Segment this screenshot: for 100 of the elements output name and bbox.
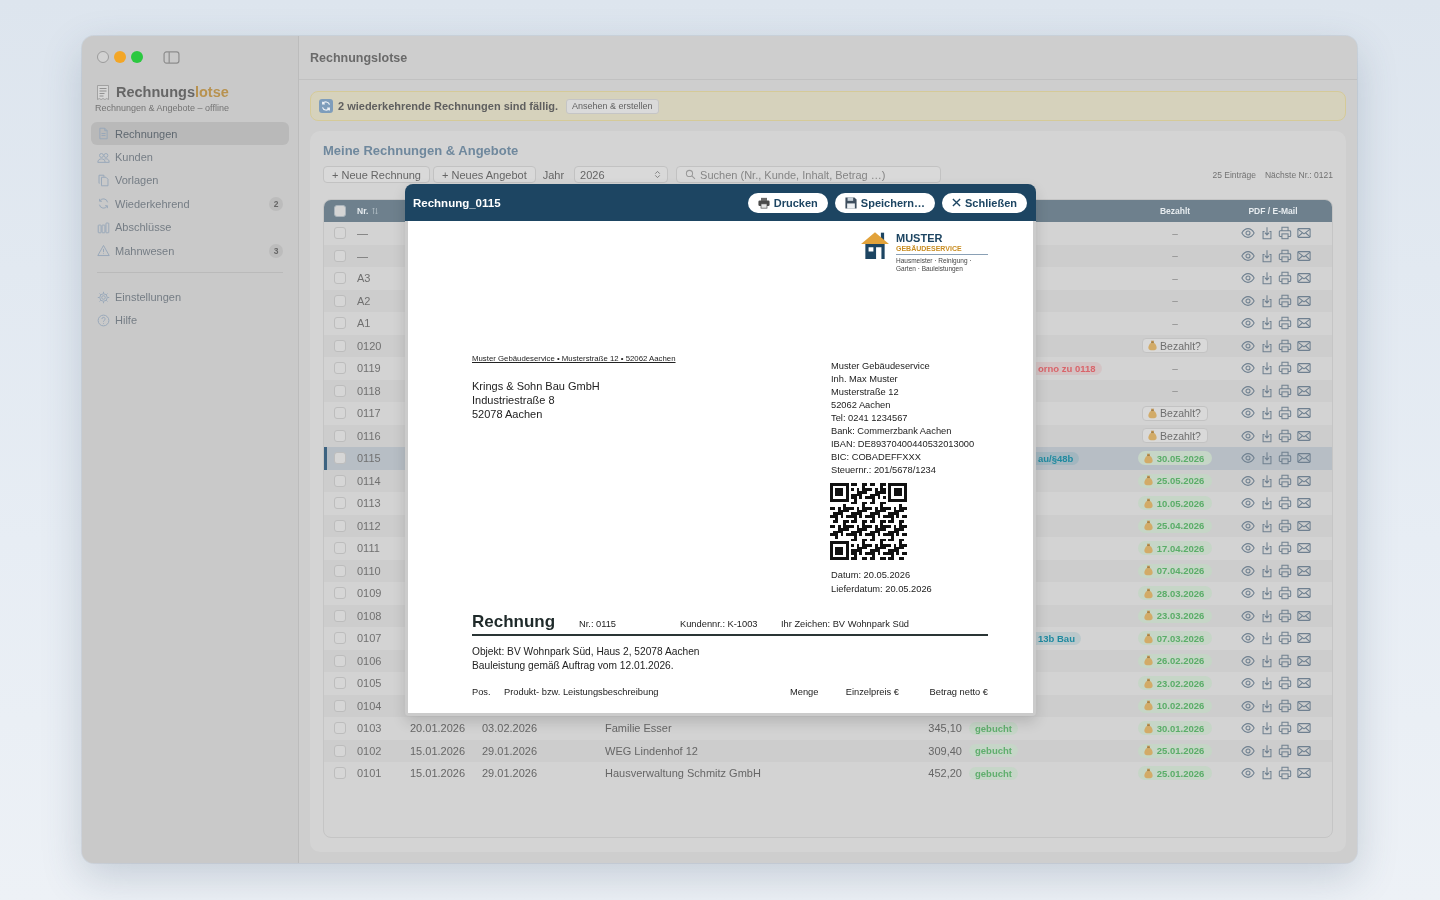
download-icon[interactable]: [1259, 743, 1274, 758]
row-checkbox[interactable]: [334, 542, 346, 555]
close-button[interactable]: Schließen: [942, 192, 1027, 213]
window-minimize-button[interactable]: [114, 51, 126, 63]
download-icon[interactable]: [1259, 518, 1274, 533]
mark-paid-button[interactable]: Bezahlt?: [1142, 338, 1208, 354]
printer-icon[interactable]: [1278, 743, 1293, 758]
envelope-icon[interactable]: [1297, 563, 1312, 578]
download-icon[interactable]: [1259, 406, 1274, 421]
eye-icon[interactable]: [1241, 676, 1255, 691]
save-button[interactable]: Speichern…: [834, 192, 936, 213]
eye-icon[interactable]: [1241, 766, 1255, 781]
eye-icon[interactable]: [1241, 383, 1255, 398]
envelope-icon[interactable]: [1297, 518, 1312, 533]
row-checkbox[interactable]: [334, 564, 346, 577]
download-icon[interactable]: [1259, 361, 1274, 376]
row-checkbox[interactable]: [334, 362, 346, 375]
row-checkbox[interactable]: [334, 699, 346, 712]
download-icon[interactable]: [1259, 608, 1274, 623]
envelope-icon[interactable]: [1297, 473, 1312, 488]
download-icon[interactable]: [1259, 631, 1274, 646]
download-icon[interactable]: [1259, 676, 1274, 691]
printer-icon[interactable]: [1278, 653, 1293, 668]
printer-icon[interactable]: [1278, 361, 1293, 376]
download-icon[interactable]: [1259, 698, 1274, 713]
view-and-create-button[interactable]: Ansehen & erstellen: [566, 98, 659, 114]
mark-paid-button[interactable]: Bezahlt?: [1142, 428, 1208, 444]
printer-icon[interactable]: [1278, 293, 1293, 308]
envelope-icon[interactable]: [1297, 586, 1312, 601]
row-checkbox[interactable]: [334, 722, 346, 735]
column-header[interactable]: Nr.: [357, 206, 369, 216]
printer-icon[interactable]: [1278, 316, 1293, 331]
eye-icon[interactable]: [1241, 653, 1255, 668]
download-icon[interactable]: [1259, 428, 1274, 443]
printer-icon[interactable]: [1278, 721, 1293, 736]
envelope-icon[interactable]: [1297, 316, 1312, 331]
printer-icon[interactable]: [1278, 271, 1293, 286]
download-icon[interactable]: [1259, 586, 1274, 601]
envelope-icon[interactable]: [1297, 226, 1312, 241]
eye-icon[interactable]: [1241, 316, 1255, 331]
eye-icon[interactable]: [1241, 721, 1255, 736]
envelope-icon[interactable]: [1297, 608, 1312, 623]
nav-item[interactable]: Mahnwesen 3: [91, 238, 289, 263]
download-icon[interactable]: [1259, 563, 1274, 578]
envelope-icon[interactable]: [1297, 743, 1312, 758]
sidebar-toggle-icon[interactable]: [163, 50, 180, 64]
sort-arrows-icon[interactable]: [371, 207, 380, 215]
envelope-icon[interactable]: [1297, 766, 1312, 781]
envelope-icon[interactable]: [1297, 631, 1312, 646]
nav-item[interactable]: Kunden: [91, 145, 289, 169]
row-checkbox[interactable]: [334, 609, 346, 622]
eye-icon[interactable]: [1241, 226, 1255, 241]
row-checkbox[interactable]: [334, 587, 346, 600]
download-icon[interactable]: [1259, 541, 1274, 556]
toolbar-button[interactable]: + Neue Rechnung: [323, 166, 430, 183]
envelope-icon[interactable]: [1297, 406, 1312, 421]
download-icon[interactable]: [1259, 653, 1274, 668]
search-field[interactable]: Suchen (Nr., Kunde, Inhalt, Betrag …): [676, 166, 942, 183]
eye-icon[interactable]: [1241, 406, 1255, 421]
envelope-icon[interactable]: [1297, 248, 1312, 263]
row-checkbox[interactable]: [334, 294, 346, 307]
row-checkbox[interactable]: [334, 227, 346, 240]
eye-icon[interactable]: [1241, 338, 1255, 353]
download-icon[interactable]: [1259, 451, 1274, 466]
download-icon[interactable]: [1259, 766, 1274, 781]
printer-icon[interactable]: [1278, 496, 1293, 511]
nav-item[interactable]: Vorlagen: [91, 168, 289, 193]
nav-item[interactable]: Hilfe: [91, 308, 289, 333]
row-checkbox[interactable]: [334, 767, 346, 780]
eye-icon[interactable]: [1241, 698, 1255, 713]
printer-icon[interactable]: [1278, 338, 1293, 353]
nav-item[interactable]: Rechnungen: [91, 122, 289, 146]
download-icon[interactable]: [1259, 271, 1274, 286]
toolbar-button[interactable]: + Neues Angebot: [433, 166, 536, 183]
eye-icon[interactable]: [1241, 631, 1255, 646]
window-close-button[interactable]: [97, 51, 109, 63]
printer-icon[interactable]: [1278, 248, 1293, 263]
download-icon[interactable]: [1259, 316, 1274, 331]
envelope-icon[interactable]: [1297, 271, 1312, 286]
year-select[interactable]: 2026: [574, 166, 669, 183]
envelope-icon[interactable]: [1297, 698, 1312, 713]
eye-icon[interactable]: [1241, 473, 1255, 488]
envelope-icon[interactable]: [1297, 721, 1312, 736]
row-checkbox[interactable]: [334, 429, 346, 442]
row-checkbox[interactable]: [334, 474, 346, 487]
envelope-icon[interactable]: [1297, 361, 1312, 376]
envelope-icon[interactable]: [1297, 541, 1312, 556]
printer-icon[interactable]: [1278, 608, 1293, 623]
eye-icon[interactable]: [1241, 451, 1255, 466]
eye-icon[interactable]: [1241, 541, 1255, 556]
printer-icon[interactable]: [1278, 563, 1293, 578]
printer-icon[interactable]: [1278, 406, 1293, 421]
printer-icon[interactable]: [1278, 541, 1293, 556]
nav-item[interactable]: Abschlüsse: [91, 215, 289, 239]
envelope-icon[interactable]: [1297, 338, 1312, 353]
printer-icon[interactable]: [1278, 451, 1293, 466]
nav-item[interactable]: Einstellungen: [91, 285, 289, 309]
row-checkbox[interactable]: [334, 407, 346, 420]
table-row[interactable]: 0102 15.01.2026 29.01.2026 WEG Lindenhof 12 309,40 gebucht 25.01.2026: [324, 739, 1332, 762]
download-icon[interactable]: [1259, 293, 1274, 308]
